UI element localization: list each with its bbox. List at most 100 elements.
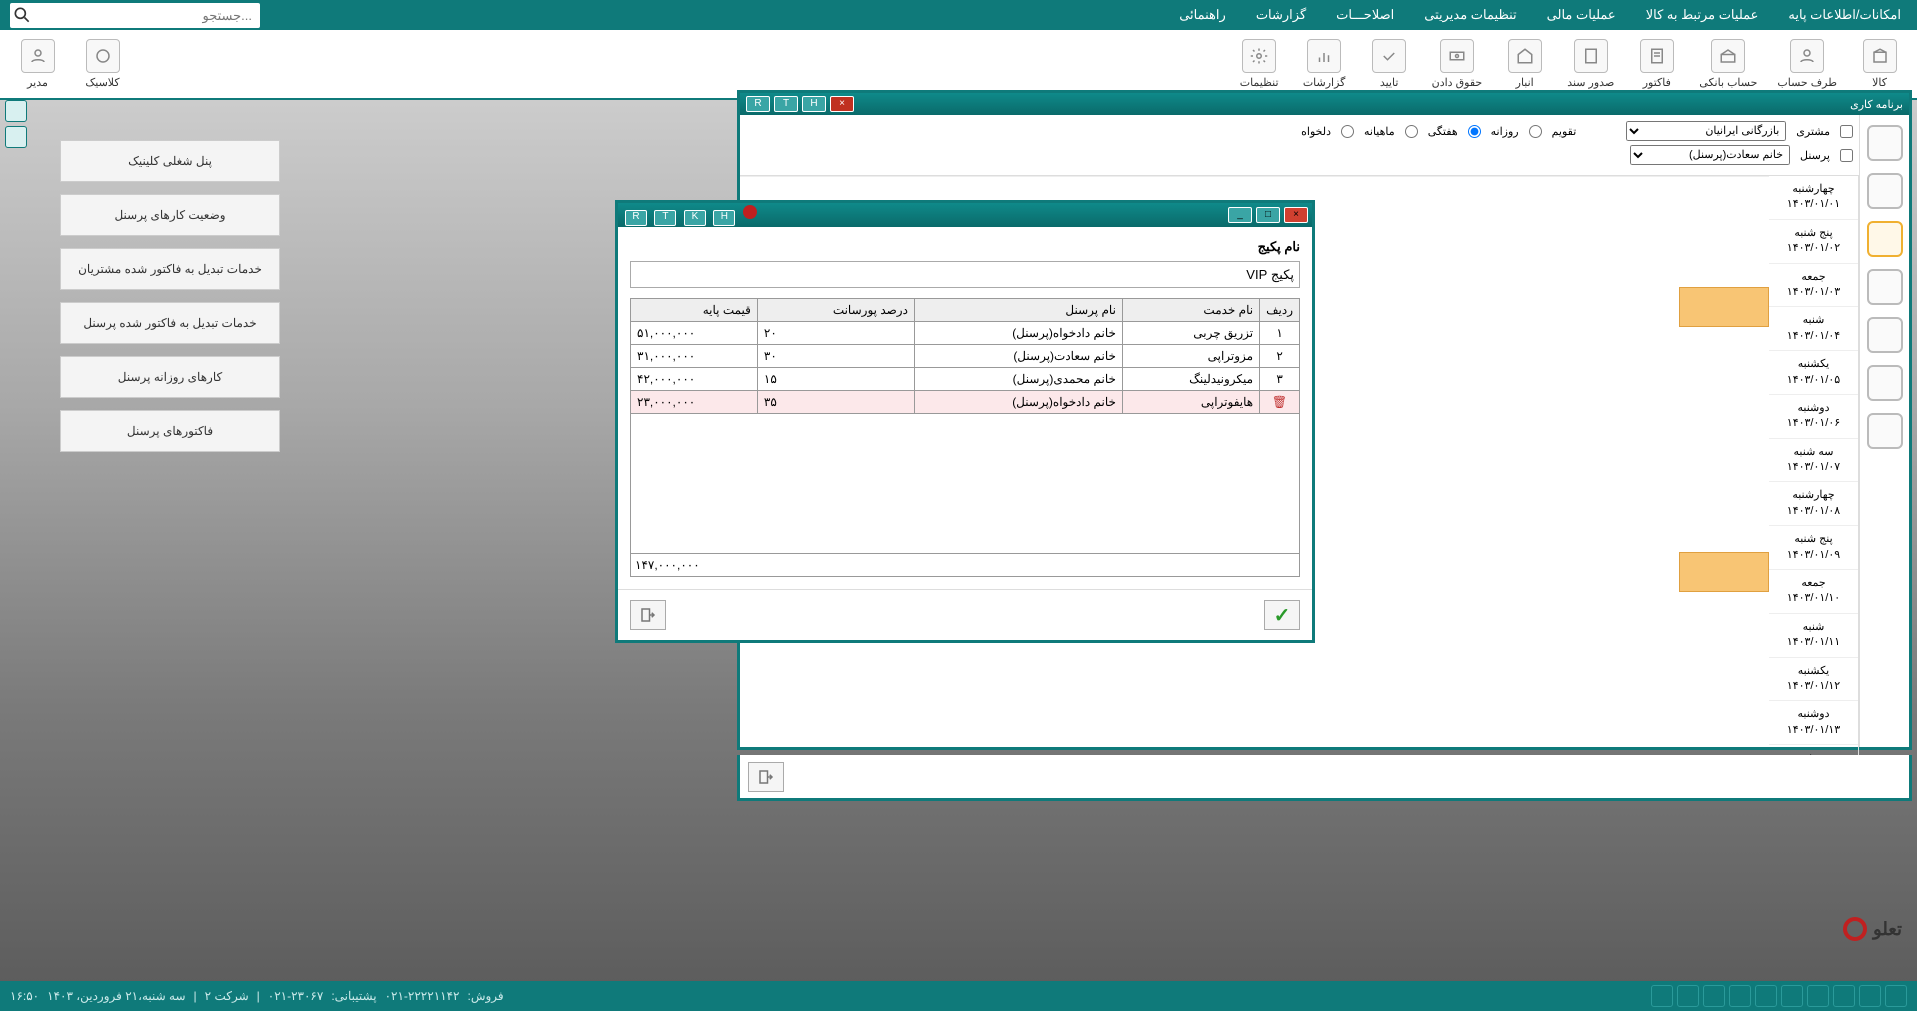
date-list[interactable]: چهارشنبه۱۴۰۳/۰۱/۰۱پنج شنبه۱۴۰۳/۰۱/۰۲جمعه…: [1769, 176, 1859, 774]
status-icon[interactable]: [1833, 985, 1855, 1007]
status-icon[interactable]: [1651, 985, 1673, 1007]
date-item[interactable]: یکشنبه۱۴۰۳/۰۱/۱۲: [1769, 658, 1858, 702]
tool-salary[interactable]: حقوق دادن: [1427, 34, 1488, 94]
key-h[interactable]: H: [713, 210, 735, 226]
tool-account-party[interactable]: طرف حساب: [1772, 34, 1842, 94]
side-grid-icon[interactable]: [1867, 221, 1903, 257]
key-r[interactable]: R: [746, 96, 770, 112]
date-item[interactable]: پنج شنبه۱۴۰۳/۰۱/۰۲: [1769, 220, 1858, 264]
status-icon[interactable]: [1729, 985, 1751, 1007]
tool-confirm[interactable]: تایید: [1362, 34, 1417, 94]
key-k[interactable]: K: [684, 210, 706, 226]
package-titlebar[interactable]: R T K H _ □ ×: [618, 203, 1312, 227]
search-input[interactable]: [32, 5, 258, 26]
date-item[interactable]: چهارشنبه۱۴۰۳/۰۱/۰۱: [1769, 176, 1858, 220]
user-tile-icon[interactable]: [5, 126, 27, 148]
tool-label: کلاسیک: [85, 76, 119, 89]
side-bars-icon[interactable]: [1867, 365, 1903, 401]
status-icon[interactable]: [1885, 985, 1907, 1007]
warehouse-icon: [1516, 47, 1534, 65]
side-table-icon[interactable]: [1867, 317, 1903, 353]
key-r[interactable]: R: [625, 210, 647, 226]
table-row[interactable]: 🗑هایفوتراپیخانم دادخواه(پرسنل)۳۵۲۳,۰۰۰,۰…: [631, 391, 1300, 414]
exit-button[interactable]: [748, 762, 784, 792]
radio-custom[interactable]: [1341, 125, 1354, 138]
customer-select[interactable]: بازرگانی ایرانیان: [1626, 121, 1786, 141]
date-item[interactable]: شنبه۱۴۰۳/۰۱/۰۴: [1769, 307, 1858, 351]
maximize-icon[interactable]: □: [1256, 207, 1280, 223]
trash-icon[interactable]: 🗑: [1260, 391, 1300, 414]
tool-invoice[interactable]: فاکتور: [1629, 34, 1684, 94]
menu-product-ops[interactable]: عملیات مرتبط به کالا: [1640, 3, 1765, 27]
radio-monthly[interactable]: [1405, 125, 1418, 138]
side-box-icon[interactable]: [1867, 173, 1903, 209]
date-item[interactable]: دوشنبه۱۴۰۳/۰۱/۰۶: [1769, 395, 1858, 439]
status-icon[interactable]: [1677, 985, 1699, 1007]
personnel-select[interactable]: خانم سعادت(پرسنل): [1630, 145, 1790, 165]
date-item[interactable]: جمعه۱۴۰۳/۰۱/۱۰: [1769, 570, 1858, 614]
tool-reports[interactable]: گزارشات: [1297, 34, 1352, 94]
key-t[interactable]: T: [654, 210, 676, 226]
tool-settings[interactable]: تنظیمات: [1232, 34, 1287, 94]
menu-help[interactable]: راهنمائی: [1173, 3, 1232, 27]
side-gear-icon[interactable]: [1867, 413, 1903, 449]
tool-label: کالا: [1872, 76, 1887, 89]
status-icon[interactable]: [1755, 985, 1777, 1007]
date-item[interactable]: جمعه۱۴۰۳/۰۱/۰۳: [1769, 264, 1858, 308]
table-row[interactable]: ۱تزریق چربیخانم دادخواه(پرسنل)۲۰۵۱,۰۰۰,۰…: [631, 322, 1300, 345]
radio-weekly[interactable]: [1468, 125, 1481, 138]
side-chart-icon[interactable]: [1867, 269, 1903, 305]
btn-services-invoiced-personnel[interactable]: خدمات تبدیل به فاکتور شده پرسنل: [60, 302, 280, 344]
btn-daily-tasks[interactable]: کارهای روزانه پرسنل: [60, 356, 280, 398]
status-icon[interactable]: [1781, 985, 1803, 1007]
btn-personnel-invoices[interactable]: فاکتورهای پرسنل: [60, 410, 280, 452]
schedule-titlebar[interactable]: برنامه کاری R T H ×: [740, 93, 1909, 115]
status-icon[interactable]: [1859, 985, 1881, 1007]
key-t[interactable]: T: [774, 96, 798, 112]
cancel-button[interactable]: [630, 600, 666, 630]
search-icon[interactable]: [12, 5, 32, 25]
radio-daily[interactable]: [1529, 125, 1542, 138]
left-panel: پنل شغلی کلینیک وضعیت کارهای پرسنل خدمات…: [60, 140, 280, 452]
info-tile-icon[interactable]: [5, 100, 27, 122]
status-icon[interactable]: [1807, 985, 1829, 1007]
tool-bank[interactable]: حساب بانکی: [1694, 34, 1762, 94]
tool-admin[interactable]: مدیر: [10, 34, 65, 94]
close-icon[interactable]: ×: [830, 96, 854, 112]
btn-personnel-status[interactable]: وضعیت کارهای پرسنل: [60, 194, 280, 236]
tool-warehouse[interactable]: انبار: [1497, 34, 1552, 94]
customer-checkbox[interactable]: [1840, 125, 1853, 138]
date-item[interactable]: دوشنبه۱۴۰۳/۰۱/۱۳: [1769, 701, 1858, 745]
cell-commission: ۳۰: [757, 345, 914, 368]
table-row[interactable]: ۳میکرونیدلینگخانم محمدی(پرسنل)۱۵۴۲,۰۰۰,۰…: [631, 368, 1300, 391]
tool-classic[interactable]: کلاسیک: [75, 34, 130, 94]
menu-management[interactable]: تنظیمات مدیریتی: [1418, 3, 1522, 27]
menu-corrections[interactable]: اصلاحـــات: [1330, 3, 1400, 27]
status-icon[interactable]: [1703, 985, 1725, 1007]
minimize-icon[interactable]: _: [1228, 207, 1252, 223]
btn-clinic-panel[interactable]: پنل شغلی کلینیک: [60, 140, 280, 182]
menu-reports[interactable]: گزارشات: [1250, 3, 1312, 27]
date-item[interactable]: شنبه۱۴۰۳/۰۱/۱۱: [1769, 614, 1858, 658]
key-h[interactable]: H: [802, 96, 826, 112]
date-item[interactable]: سه شنبه۱۴۰۳/۰۱/۰۷: [1769, 439, 1858, 483]
appointment-block[interactable]: [1679, 287, 1769, 327]
left-mini-panel: [5, 100, 27, 148]
date-item[interactable]: پنج شنبه۱۴۰۳/۰۱/۰۹: [1769, 526, 1858, 570]
table-row[interactable]: ۲مزوتراپیخانم سعادت(پرسنل)۳۰۳۱,۰۰۰,۰۰۰: [631, 345, 1300, 368]
personnel-checkbox[interactable]: [1840, 149, 1853, 162]
tool-document[interactable]: صدور سند: [1562, 34, 1619, 94]
date-item[interactable]: یکشنبه۱۴۰۳/۰۱/۰۵: [1769, 351, 1858, 395]
search-box[interactable]: [10, 3, 260, 28]
close-icon[interactable]: ×: [1284, 207, 1308, 223]
menu-base[interactable]: امکانات/اطلاعات پایه: [1782, 3, 1907, 27]
status-sales: ۰۲۱-۲۲۲۲۱۱۴۲: [385, 989, 460, 1003]
package-name-input[interactable]: [630, 261, 1300, 288]
date-item[interactable]: چهارشنبه۱۴۰۳/۰۱/۰۸: [1769, 482, 1858, 526]
confirm-button[interactable]: ✓: [1264, 600, 1300, 630]
side-add-user-icon[interactable]: [1867, 125, 1903, 161]
btn-services-invoiced-customers[interactable]: خدمات تبدیل به فاکتور شده مشتریان: [60, 248, 280, 290]
appointment-block[interactable]: [1679, 552, 1769, 592]
tool-product[interactable]: کالا: [1852, 34, 1907, 94]
menu-financial[interactable]: عملیات مالی: [1541, 3, 1622, 27]
